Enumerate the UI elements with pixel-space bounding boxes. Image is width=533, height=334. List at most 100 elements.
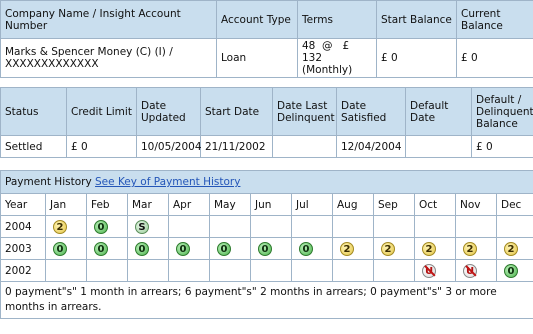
history-year: 2002 — [0, 259, 46, 282]
history-cell: 0 — [495, 259, 533, 282]
date-last-delinquent-value — [272, 135, 337, 158]
history-cell: 2 — [495, 237, 533, 260]
terms-line-2: 132 (Monthly) — [302, 52, 353, 76]
status-ok-icon: 0 — [504, 263, 518, 278]
summary-row: 0 payment"s" 1 month in arrears; 6 payme… — [0, 281, 533, 319]
history-cell: U — [455, 259, 497, 282]
status-ok-icon: 0 — [299, 241, 313, 256]
history-cell — [332, 259, 374, 282]
history-cell: 0 — [209, 237, 251, 260]
status-unclassified-icon: U — [422, 263, 436, 278]
current-balance-value: £ 0 — [456, 38, 533, 78]
col-start-balance: Start Balance — [376, 0, 457, 39]
history-cell: 2 — [455, 237, 497, 260]
status-value: Settled — [0, 135, 67, 158]
history-cell: 2 — [414, 237, 456, 260]
history-cell — [209, 215, 251, 238]
col-date-last-delinquent: Date Last Delinquent — [272, 87, 337, 136]
start-date-value: 21/11/2002 — [200, 135, 273, 158]
status-table: Status Credit Limit Date Updated Start D… — [0, 87, 533, 158]
payment-history-header: Payment History See Key of Payment Histo… — [0, 170, 533, 194]
status-ok-icon: 0 — [53, 241, 67, 256]
payment-history-title: Payment History — [5, 176, 92, 188]
history-cell — [373, 215, 415, 238]
history-cell — [250, 259, 292, 282]
terms-cell: 48 @ £ 132 (Monthly) — [297, 38, 377, 78]
status-row: Settled £ 0 10/05/2004 21/11/2002 12/04/… — [0, 135, 533, 158]
default-date-value — [405, 135, 472, 158]
history-cell — [332, 215, 374, 238]
history-cell — [209, 259, 251, 282]
account-number: XXXXXXXXXXXXX — [5, 58, 99, 70]
credit-limit-value: £ 0 — [66, 135, 137, 158]
month-header: Sep — [373, 193, 415, 216]
history-cell — [455, 215, 497, 238]
month-header: Apr — [168, 193, 210, 216]
history-cell: 2 — [373, 237, 415, 260]
month-header: Jul — [291, 193, 333, 216]
month-header: May — [209, 193, 251, 216]
month-header: Aug — [332, 193, 374, 216]
status-header-row: Status Credit Limit Date Updated Start D… — [0, 87, 533, 136]
history-cell — [414, 215, 456, 238]
history-cell: 0 — [168, 237, 210, 260]
col-credit-limit: Credit Limit — [66, 87, 137, 136]
history-cell: 0 — [45, 237, 87, 260]
status-arrears-icon: 2 — [422, 241, 436, 256]
payment-history-title-row: Payment History See Key of Payment Histo… — [0, 170, 533, 194]
key-link[interactable]: See Key of Payment History — [95, 176, 240, 188]
history-cell: 2 — [332, 237, 374, 260]
month-header: Dec — [495, 193, 533, 216]
account-header-row: Company Name / Insight Account Number Ac… — [0, 0, 533, 39]
month-header: Jun — [250, 193, 292, 216]
status-arrears-icon: 2 — [340, 241, 354, 256]
history-year: 2003 — [0, 237, 46, 260]
col-current-balance: Current Balance — [456, 0, 533, 39]
month-header: Jan — [45, 193, 87, 216]
status-arrears-icon: 2 — [53, 219, 67, 234]
status-ok-icon: 0 — [94, 241, 108, 256]
col-terms: Terms — [297, 0, 377, 39]
month-header: Feb — [86, 193, 128, 216]
history-cell — [127, 259, 169, 282]
col-date-satisfied: Date Satisfied — [336, 87, 406, 136]
status-ok-icon: 0 — [94, 219, 108, 234]
month-header: Nov — [455, 193, 497, 216]
date-satisfied-value: 12/04/2004 — [336, 135, 406, 158]
col-status: Status — [0, 87, 67, 136]
status-ok-icon: 0 — [217, 241, 231, 256]
status-ok-icon: 0 — [176, 241, 190, 256]
date-updated-value: 10/05/2004 — [136, 135, 202, 158]
history-cell — [250, 215, 292, 238]
status-settled-icon: S — [135, 219, 149, 234]
history-cell — [291, 215, 333, 238]
arrears-summary: 0 payment"s" 1 month in arrears; 6 payme… — [0, 281, 533, 319]
col-date-updated: Date Updated — [136, 87, 201, 136]
account-row: Marks & Spencer Money (C) (I) / XXXXXXXX… — [0, 38, 533, 78]
history-cell: 0 — [250, 237, 292, 260]
company-cell: Marks & Spencer Money (C) (I) / XXXXXXXX… — [0, 38, 217, 78]
status-unclassified-icon: U — [463, 263, 477, 278]
status-arrears-icon: 2 — [463, 241, 477, 256]
history-cell — [291, 259, 333, 282]
history-cell: 0 — [291, 237, 333, 260]
col-start-date: Start Date — [200, 87, 273, 136]
col-default-date: Default Date — [405, 87, 472, 136]
status-arrears-icon: 2 — [504, 241, 518, 256]
year-header: Year — [0, 193, 46, 216]
history-cell: 0 — [86, 215, 128, 238]
terms-line-1: 48 @ £ — [302, 40, 350, 52]
col-company: Company Name / Insight Account Number — [0, 0, 217, 39]
default-balance-value: £ 0 — [471, 135, 533, 158]
account-type-value: Loan — [216, 38, 298, 78]
history-row: 2002 U U 0 — [0, 259, 533, 282]
history-cell: 0 — [127, 237, 169, 260]
history-cell: S — [127, 215, 169, 238]
payment-history-table: Payment History See Key of Payment Histo… — [0, 170, 533, 319]
history-cell — [168, 259, 210, 282]
col-account-type: Account Type — [216, 0, 298, 39]
month-header: Mar — [127, 193, 169, 216]
company-name: Marks & Spencer Money (C) (I) / — [5, 46, 173, 58]
status-ok-icon: 0 — [258, 241, 272, 256]
history-year: 2004 — [0, 215, 46, 238]
